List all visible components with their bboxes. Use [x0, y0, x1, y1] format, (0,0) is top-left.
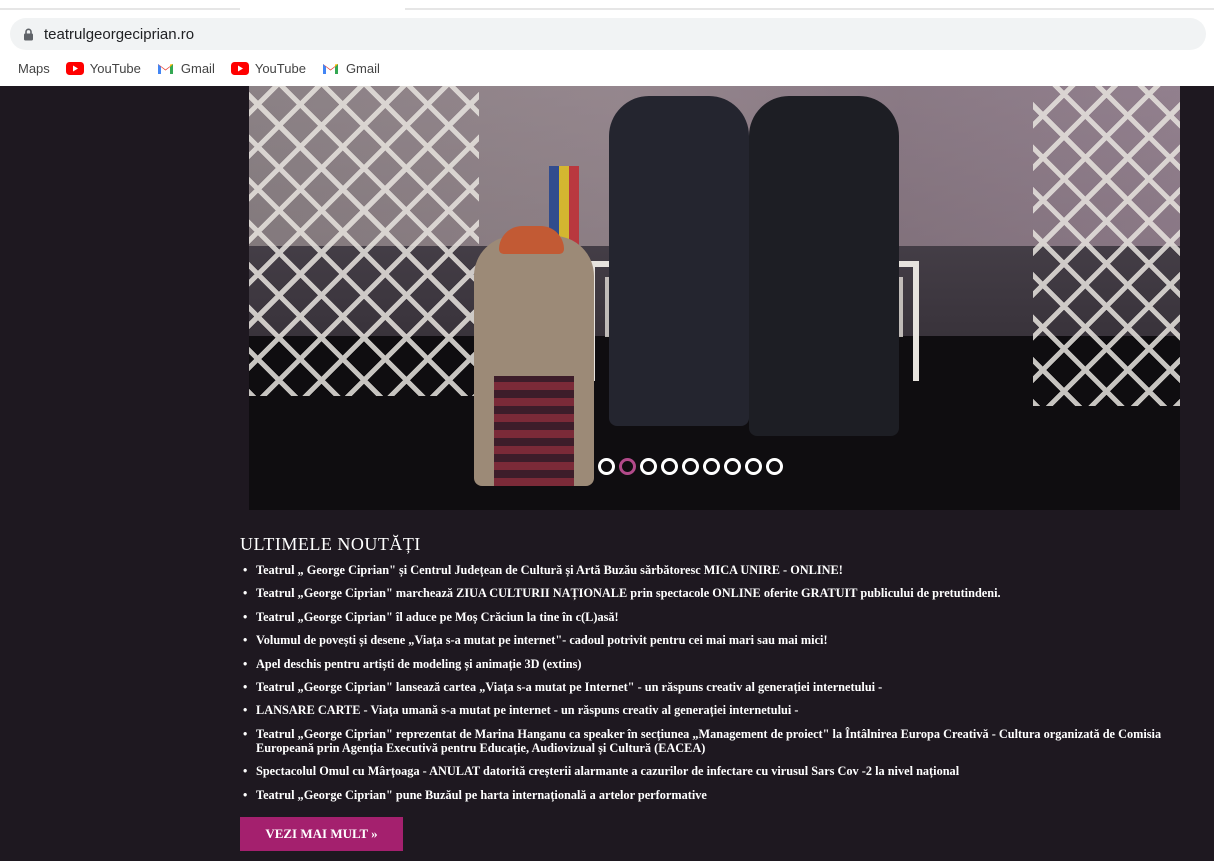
news-link[interactable]: Teatrul „George Ciprian" îl aduce pe Moș…: [256, 610, 619, 624]
slide-dot[interactable]: [703, 458, 720, 475]
slide-dot[interactable]: [745, 458, 762, 475]
address-bar[interactable]: teatrulgeorgeciprian.ro: [10, 18, 1206, 50]
lattice-right: [1033, 86, 1180, 406]
news-link[interactable]: Teatrul „George Ciprian" lansează cartea…: [256, 680, 882, 694]
news-item: Teatrul „George Ciprian" lansează cartea…: [240, 680, 1200, 694]
page-content: ULTIMELE NOUTĂȚI Teatrul „ George Cipria…: [0, 86, 1214, 861]
youtube-icon: [230, 61, 249, 75]
bookmark-label: YouTube: [254, 60, 306, 76]
gmail-icon: [157, 61, 175, 75]
news-link[interactable]: LANSARE CARTE - Viața umană s-a mutat pe…: [256, 703, 798, 717]
see-more-button[interactable]: VEZI MAI MULT »: [240, 817, 403, 851]
gmail-icon: [322, 61, 340, 75]
actor: [474, 226, 594, 486]
slide-dot[interactable]: [598, 458, 615, 475]
tab-divider: [0, 8, 240, 10]
slide-dot[interactable]: [724, 458, 741, 475]
slide-dot[interactable]: [619, 458, 636, 475]
actor-hat: [499, 226, 564, 254]
news-item: Teatrul „George Ciprian" marchează ZIUA …: [240, 586, 1200, 600]
news-item: Teatrul „ George Ciprian" și Centrul Jud…: [240, 563, 1200, 577]
news-list: Teatrul „ George Ciprian" și Centrul Jud…: [240, 563, 1200, 802]
news-link[interactable]: Teatrul „George Ciprian" marchează ZIUA …: [256, 586, 1001, 600]
bookmark-label: YouTube: [89, 60, 141, 76]
news-link[interactable]: Spectacolul Omul cu Mârțoaga - ANULAT da…: [256, 764, 959, 778]
news-link[interactable]: Volumul de povești și desene „Viața s-a …: [256, 633, 828, 647]
tab-divider: [405, 8, 1214, 10]
slide-dot[interactable]: [766, 458, 783, 475]
slide-dot[interactable]: [640, 458, 657, 475]
bookmark-gmail[interactable]: Gmail: [322, 61, 380, 76]
bookmark-label: Maps: [18, 60, 50, 76]
news-link[interactable]: Apel deschis pentru artiști de modeling …: [256, 657, 582, 671]
news-item: Teatrul „George Ciprian" reprezentat de …: [240, 727, 1200, 755]
slide-dot[interactable]: [661, 458, 678, 475]
news-section: ULTIMELE NOUTĂȚI Teatrul „ George Cipria…: [240, 534, 1200, 811]
bookmark-label: Gmail: [345, 60, 380, 76]
bookmark-youtube[interactable]: YouTube: [65, 60, 141, 76]
actor: [609, 96, 749, 426]
news-link[interactable]: Teatrul „George Ciprian" reprezentat de …: [256, 727, 1161, 755]
news-item: Volumul de povești și desene „Viața s-a …: [240, 633, 1200, 647]
news-link[interactable]: Teatrul „George Ciprian" pune Buzăul pe …: [256, 788, 707, 802]
url-text[interactable]: teatrulgeorgeciprian.ro: [44, 26, 194, 43]
bookmark-gmail[interactable]: Gmail: [157, 61, 215, 76]
slide-dot[interactable]: [682, 458, 699, 475]
lock-icon[interactable]: [20, 26, 36, 42]
slideshow-pagination: [598, 458, 787, 475]
bookmark-maps[interactable]: Maps: [18, 61, 50, 76]
news-item: Spectacolul Omul cu Mârțoaga - ANULAT da…: [240, 764, 1200, 778]
bookmark-label: Gmail: [180, 60, 215, 76]
bookmarks-bar: Maps YouTube Gmail YouTube Gmail: [0, 52, 1214, 84]
news-item: Teatrul „George Ciprian" îl aduce pe Moș…: [240, 610, 1200, 624]
youtube-icon: [65, 61, 84, 75]
news-item: LANSARE CARTE - Viața umană s-a mutat pe…: [240, 703, 1200, 717]
news-title: ULTIMELE NOUTĂȚI: [240, 534, 421, 554]
news-item: Apel deschis pentru artiști de modeling …: [240, 657, 1200, 671]
lattice-left: [249, 86, 479, 396]
bookmark-youtube[interactable]: YouTube: [230, 60, 306, 76]
news-link[interactable]: Teatrul „ George Ciprian" și Centrul Jud…: [256, 563, 843, 577]
actor: [749, 96, 899, 436]
news-item: Teatrul „George Ciprian" pune Buzăul pe …: [240, 788, 1200, 802]
tab-strip: [0, 0, 1214, 12]
hero-slideshow[interactable]: [249, 86, 1180, 510]
actor-legs: [494, 376, 574, 486]
